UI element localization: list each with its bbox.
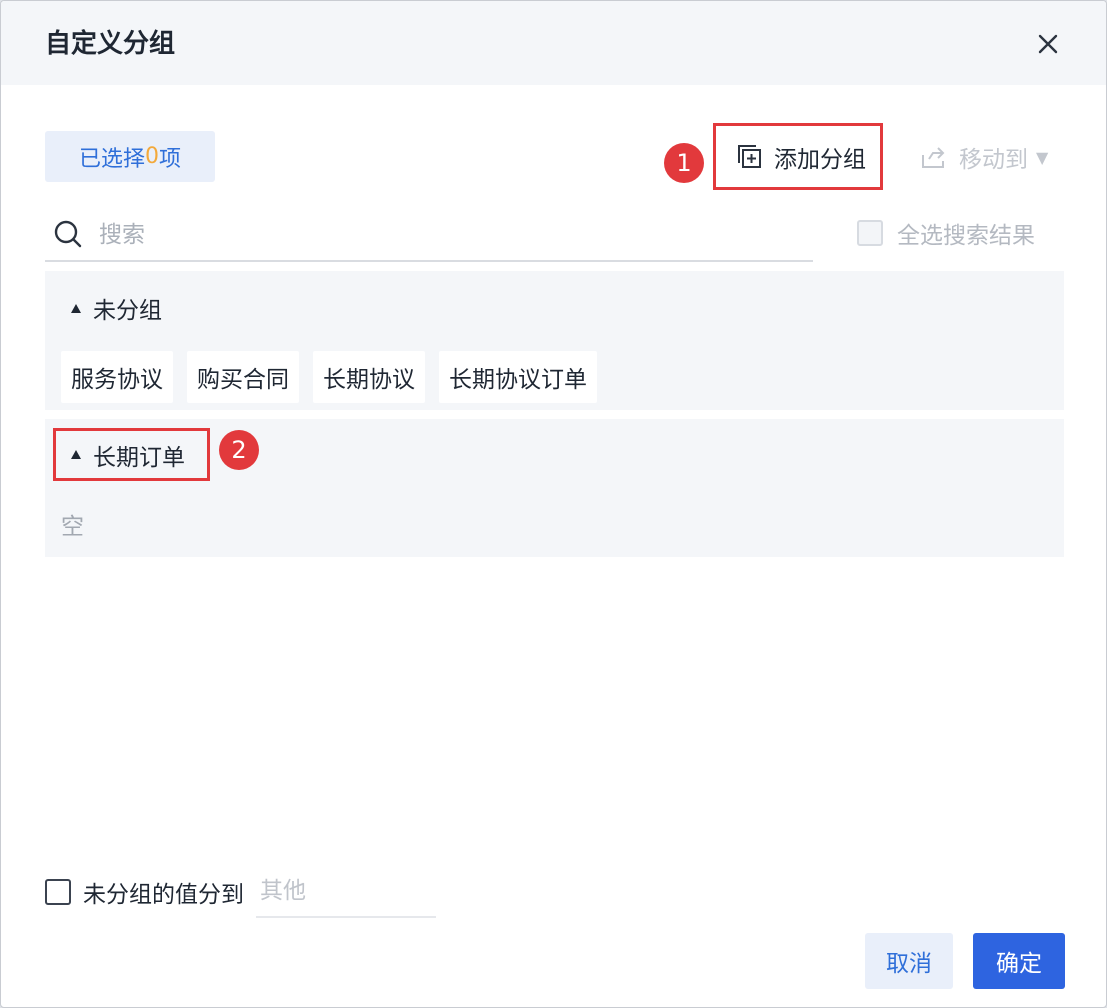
group-header-long-term-orders[interactable]: 长期订单 (53, 428, 210, 481)
selected-prefix: 已选择 (78, 146, 145, 172)
annotation-badge-1: 1 (664, 143, 704, 183)
ungrouped-assign-checkbox[interactable] (45, 879, 71, 905)
group-name: 长期订单 (93, 444, 185, 471)
list-item[interactable]: 服务协议 (61, 351, 173, 403)
select-all-results[interactable]: 全选搜索结果 (857, 217, 1035, 249)
search-input[interactable] (97, 215, 801, 255)
annotation-badge-2: 2 (219, 430, 259, 470)
group-long-term-orders: 长期订单 空 (45, 419, 1064, 557)
cancel-button[interactable]: 取消 (865, 933, 953, 989)
ungrouped-assign-row: 未分组的值分到 (45, 866, 436, 918)
search-icon (54, 220, 82, 248)
ok-button[interactable]: 确定 (973, 933, 1065, 989)
dialog-title: 自定义分组 (45, 29, 176, 59)
select-all-label: 全选搜索结果 (897, 223, 1035, 249)
select-all-checkbox[interactable] (857, 220, 883, 246)
search-bar (45, 209, 813, 262)
list-item[interactable]: 长期协议 (313, 351, 425, 403)
close-icon[interactable] (1033, 29, 1063, 59)
ungrouped-assign-label: 未分组的值分到 (83, 882, 244, 908)
move-to-label: 移动到 (959, 147, 1028, 173)
add-group-label: 添加分组 (774, 146, 866, 173)
list-item[interactable]: 购买合同 (187, 351, 299, 403)
empty-label: 空 (61, 514, 84, 540)
add-group-icon (738, 144, 761, 168)
add-group-button[interactable]: 添加分组 (713, 123, 883, 190)
chevron-down-icon: ▼ (1036, 147, 1049, 167)
list-item[interactable]: 长期协议订单 (439, 351, 597, 403)
group-ungrouped: 未分组 服务协议 购买合同 长期协议 长期协议订单 (45, 271, 1064, 410)
selected-count-chip: 已选择 0 项 (45, 131, 215, 182)
selected-count: 0 (145, 144, 159, 169)
move-to-dropdown[interactable]: 移动到 ▼ (919, 139, 1048, 175)
dialog-header: 自定义分组 (1, 1, 1106, 85)
group-items: 服务协议 购买合同 长期协议 长期协议订单 (61, 351, 597, 403)
group-name: 未分组 (93, 298, 162, 324)
collapse-triangle-icon (71, 303, 81, 313)
group-header-ungrouped[interactable]: 未分组 (71, 291, 162, 325)
custom-group-dialog: 自定义分组 已选择0项 1 添加分组 移动到 ▼ 全选搜索 (0, 0, 1107, 1008)
other-group-input[interactable] (256, 866, 436, 918)
collapse-triangle-icon (71, 450, 81, 459)
move-icon (922, 147, 945, 168)
selected-suffix: 项 (159, 146, 182, 172)
